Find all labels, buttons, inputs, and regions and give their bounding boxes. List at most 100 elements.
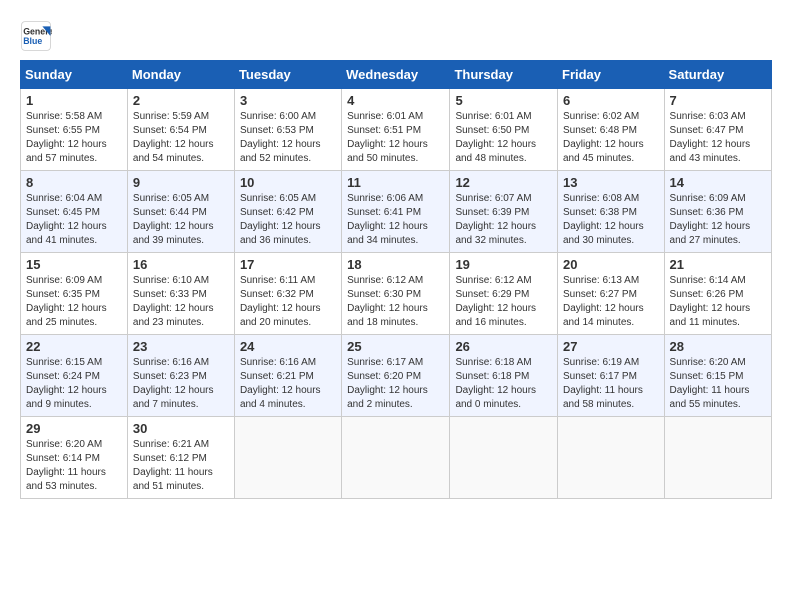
calendar-header-row: SundayMondayTuesdayWednesdayThursdayFrid… xyxy=(21,61,772,89)
calendar-week-1: 1 Sunrise: 5:58 AM Sunset: 6:55 PM Dayli… xyxy=(21,89,772,171)
calendar-cell: 8 Sunrise: 6:04 AM Sunset: 6:45 PM Dayli… xyxy=(21,171,128,253)
day-number: 21 xyxy=(670,257,766,272)
calendar-cell xyxy=(342,417,450,499)
calendar-cell: 28 Sunrise: 6:20 AM Sunset: 6:15 PM Dayl… xyxy=(664,335,771,417)
day-number: 17 xyxy=(240,257,336,272)
calendar-cell: 26 Sunrise: 6:18 AM Sunset: 6:18 PM Dayl… xyxy=(450,335,558,417)
calendar-header-friday: Friday xyxy=(558,61,665,89)
calendar-cell: 12 Sunrise: 6:07 AM Sunset: 6:39 PM Dayl… xyxy=(450,171,558,253)
day-number: 12 xyxy=(455,175,552,190)
calendar-cell: 23 Sunrise: 6:16 AM Sunset: 6:23 PM Dayl… xyxy=(127,335,234,417)
calendar-header-tuesday: Tuesday xyxy=(234,61,341,89)
calendar-cell: 11 Sunrise: 6:06 AM Sunset: 6:41 PM Dayl… xyxy=(342,171,450,253)
calendar-cell: 10 Sunrise: 6:05 AM Sunset: 6:42 PM Dayl… xyxy=(234,171,341,253)
day-number: 16 xyxy=(133,257,229,272)
day-number: 8 xyxy=(26,175,122,190)
day-number: 15 xyxy=(26,257,122,272)
day-info: Sunrise: 6:17 AM Sunset: 6:20 PM Dayligh… xyxy=(347,356,444,412)
calendar-cell: 24 Sunrise: 6:16 AM Sunset: 6:21 PM Dayl… xyxy=(234,335,341,417)
day-number: 19 xyxy=(455,257,552,272)
day-info: Sunrise: 6:18 AM Sunset: 6:18 PM Dayligh… xyxy=(455,356,552,412)
day-number: 13 xyxy=(563,175,659,190)
calendar-cell: 21 Sunrise: 6:14 AM Sunset: 6:26 PM Dayl… xyxy=(664,253,771,335)
calendar-table: SundayMondayTuesdayWednesdayThursdayFrid… xyxy=(20,60,772,499)
day-info: Sunrise: 5:59 AM Sunset: 6:54 PM Dayligh… xyxy=(133,110,229,166)
day-number: 5 xyxy=(455,93,552,108)
day-number: 29 xyxy=(26,421,122,436)
calendar-cell: 19 Sunrise: 6:12 AM Sunset: 6:29 PM Dayl… xyxy=(450,253,558,335)
day-info: Sunrise: 6:04 AM Sunset: 6:45 PM Dayligh… xyxy=(26,192,122,248)
day-info: Sunrise: 6:08 AM Sunset: 6:38 PM Dayligh… xyxy=(563,192,659,248)
day-number: 10 xyxy=(240,175,336,190)
calendar-header-saturday: Saturday xyxy=(664,61,771,89)
day-info: Sunrise: 6:07 AM Sunset: 6:39 PM Dayligh… xyxy=(455,192,552,248)
day-info: Sunrise: 6:09 AM Sunset: 6:36 PM Dayligh… xyxy=(670,192,766,248)
day-info: Sunrise: 6:01 AM Sunset: 6:50 PM Dayligh… xyxy=(455,110,552,166)
calendar-cell: 9 Sunrise: 6:05 AM Sunset: 6:44 PM Dayli… xyxy=(127,171,234,253)
day-info: Sunrise: 6:10 AM Sunset: 6:33 PM Dayligh… xyxy=(133,274,229,330)
day-info: Sunrise: 6:16 AM Sunset: 6:23 PM Dayligh… xyxy=(133,356,229,412)
day-info: Sunrise: 6:20 AM Sunset: 6:14 PM Dayligh… xyxy=(26,438,122,494)
day-number: 28 xyxy=(670,339,766,354)
calendar-week-5: 29 Sunrise: 6:20 AM Sunset: 6:14 PM Dayl… xyxy=(21,417,772,499)
calendar-header-wednesday: Wednesday xyxy=(342,61,450,89)
calendar-cell: 7 Sunrise: 6:03 AM Sunset: 6:47 PM Dayli… xyxy=(664,89,771,171)
day-info: Sunrise: 6:15 AM Sunset: 6:24 PM Dayligh… xyxy=(26,356,122,412)
calendar-week-4: 22 Sunrise: 6:15 AM Sunset: 6:24 PM Dayl… xyxy=(21,335,772,417)
calendar-cell: 27 Sunrise: 6:19 AM Sunset: 6:17 PM Dayl… xyxy=(558,335,665,417)
calendar-cell: 25 Sunrise: 6:17 AM Sunset: 6:20 PM Dayl… xyxy=(342,335,450,417)
calendar-cell: 22 Sunrise: 6:15 AM Sunset: 6:24 PM Dayl… xyxy=(21,335,128,417)
day-info: Sunrise: 6:16 AM Sunset: 6:21 PM Dayligh… xyxy=(240,356,336,412)
day-info: Sunrise: 6:00 AM Sunset: 6:53 PM Dayligh… xyxy=(240,110,336,166)
day-info: Sunrise: 6:19 AM Sunset: 6:17 PM Dayligh… xyxy=(563,356,659,412)
calendar-cell: 20 Sunrise: 6:13 AM Sunset: 6:27 PM Dayl… xyxy=(558,253,665,335)
calendar-cell: 14 Sunrise: 6:09 AM Sunset: 6:36 PM Dayl… xyxy=(664,171,771,253)
day-info: Sunrise: 6:21 AM Sunset: 6:12 PM Dayligh… xyxy=(133,438,229,494)
day-number: 14 xyxy=(670,175,766,190)
day-number: 7 xyxy=(670,93,766,108)
day-info: Sunrise: 6:12 AM Sunset: 6:30 PM Dayligh… xyxy=(347,274,444,330)
calendar-cell: 13 Sunrise: 6:08 AM Sunset: 6:38 PM Dayl… xyxy=(558,171,665,253)
logo-icon: General Blue xyxy=(20,20,52,52)
day-number: 26 xyxy=(455,339,552,354)
day-number: 30 xyxy=(133,421,229,436)
calendar-cell: 18 Sunrise: 6:12 AM Sunset: 6:30 PM Dayl… xyxy=(342,253,450,335)
calendar-cell xyxy=(450,417,558,499)
day-number: 25 xyxy=(347,339,444,354)
day-number: 11 xyxy=(347,175,444,190)
calendar-cell: 30 Sunrise: 6:21 AM Sunset: 6:12 PM Dayl… xyxy=(127,417,234,499)
day-number: 1 xyxy=(26,93,122,108)
day-info: Sunrise: 6:14 AM Sunset: 6:26 PM Dayligh… xyxy=(670,274,766,330)
day-info: Sunrise: 6:20 AM Sunset: 6:15 PM Dayligh… xyxy=(670,356,766,412)
day-info: Sunrise: 6:02 AM Sunset: 6:48 PM Dayligh… xyxy=(563,110,659,166)
day-info: Sunrise: 6:05 AM Sunset: 6:42 PM Dayligh… xyxy=(240,192,336,248)
day-number: 3 xyxy=(240,93,336,108)
day-info: Sunrise: 6:12 AM Sunset: 6:29 PM Dayligh… xyxy=(455,274,552,330)
calendar-cell: 17 Sunrise: 6:11 AM Sunset: 6:32 PM Dayl… xyxy=(234,253,341,335)
day-info: Sunrise: 6:06 AM Sunset: 6:41 PM Dayligh… xyxy=(347,192,444,248)
svg-text:Blue: Blue xyxy=(23,36,42,46)
calendar-header-sunday: Sunday xyxy=(21,61,128,89)
calendar-header-monday: Monday xyxy=(127,61,234,89)
calendar-week-3: 15 Sunrise: 6:09 AM Sunset: 6:35 PM Dayl… xyxy=(21,253,772,335)
calendar-cell: 16 Sunrise: 6:10 AM Sunset: 6:33 PM Dayl… xyxy=(127,253,234,335)
calendar-cell: 29 Sunrise: 6:20 AM Sunset: 6:14 PM Dayl… xyxy=(21,417,128,499)
day-info: Sunrise: 6:13 AM Sunset: 6:27 PM Dayligh… xyxy=(563,274,659,330)
calendar-cell xyxy=(558,417,665,499)
logo: General Blue xyxy=(20,20,52,52)
day-info: Sunrise: 6:11 AM Sunset: 6:32 PM Dayligh… xyxy=(240,274,336,330)
calendar-week-2: 8 Sunrise: 6:04 AM Sunset: 6:45 PM Dayli… xyxy=(21,171,772,253)
calendar-cell: 5 Sunrise: 6:01 AM Sunset: 6:50 PM Dayli… xyxy=(450,89,558,171)
day-number: 22 xyxy=(26,339,122,354)
day-info: Sunrise: 6:05 AM Sunset: 6:44 PM Dayligh… xyxy=(133,192,229,248)
day-number: 6 xyxy=(563,93,659,108)
calendar-cell: 15 Sunrise: 6:09 AM Sunset: 6:35 PM Dayl… xyxy=(21,253,128,335)
day-number: 9 xyxy=(133,175,229,190)
calendar-cell: 6 Sunrise: 6:02 AM Sunset: 6:48 PM Dayli… xyxy=(558,89,665,171)
calendar-cell: 2 Sunrise: 5:59 AM Sunset: 6:54 PM Dayli… xyxy=(127,89,234,171)
day-number: 18 xyxy=(347,257,444,272)
calendar-header-thursday: Thursday xyxy=(450,61,558,89)
day-info: Sunrise: 5:58 AM Sunset: 6:55 PM Dayligh… xyxy=(26,110,122,166)
day-info: Sunrise: 6:03 AM Sunset: 6:47 PM Dayligh… xyxy=(670,110,766,166)
day-number: 24 xyxy=(240,339,336,354)
